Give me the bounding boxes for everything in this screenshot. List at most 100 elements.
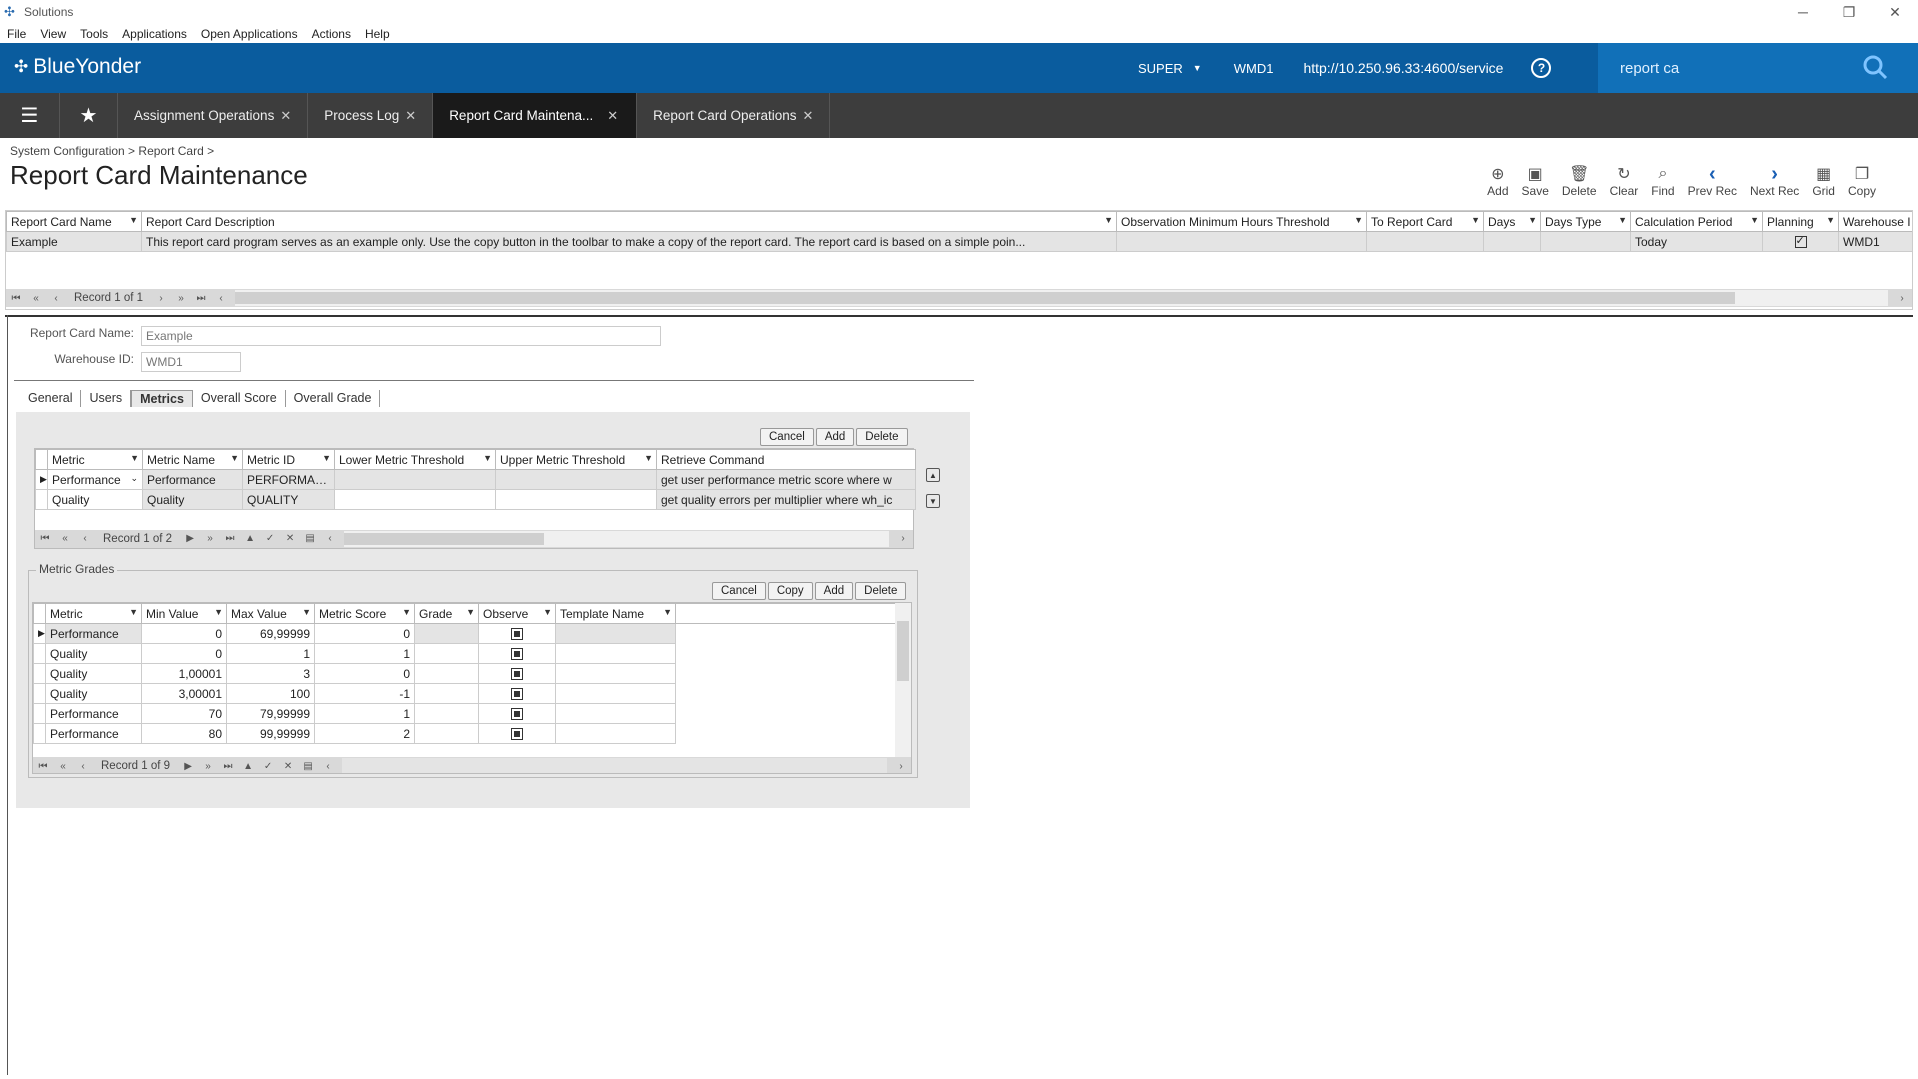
minimize-button[interactable]: ─ bbox=[1780, 0, 1826, 24]
cell-template[interactable] bbox=[555, 723, 676, 744]
dropdown-arrow-icon[interactable]: ▼ bbox=[302, 607, 311, 617]
cell-max[interactable]: 69,99999 bbox=[226, 623, 315, 644]
user-name[interactable]: SUPER bbox=[1138, 61, 1183, 76]
cell-metric[interactable]: Quality bbox=[45, 643, 142, 664]
move-up-icon[interactable]: ▲ bbox=[240, 533, 260, 544]
column-header[interactable]: Observe ▼ bbox=[478, 603, 556, 624]
prev-rec-button[interactable]: ‹ Prev Rec bbox=[1688, 163, 1737, 199]
horizontal-scrollbar[interactable] bbox=[344, 530, 889, 547]
cell-days[interactable] bbox=[1483, 231, 1541, 252]
hamburger-menu-icon[interactable]: ☰ bbox=[0, 93, 60, 138]
cell-max[interactable]: 1 bbox=[226, 643, 315, 664]
warehouse-id-field[interactable]: WMD1 bbox=[141, 352, 241, 372]
cell-grade[interactable] bbox=[414, 703, 479, 724]
cell-template[interactable] bbox=[555, 683, 676, 704]
prev-page-icon[interactable]: « bbox=[55, 533, 75, 544]
cell-score[interactable]: -1 bbox=[314, 683, 415, 704]
cell-metric[interactable]: Performance ⌄ bbox=[47, 469, 143, 490]
column-header[interactable]: Days ▼ bbox=[1483, 211, 1541, 232]
tab-report-card-maintenance[interactable]: Report Card Maintena... ✕ bbox=[433, 93, 638, 138]
cell-grade[interactable] bbox=[414, 723, 479, 744]
next-record-icon[interactable]: ▶ bbox=[178, 761, 198, 772]
cell-grade[interactable] bbox=[414, 683, 479, 704]
dropdown-arrow-icon[interactable]: ▼ bbox=[1528, 215, 1537, 225]
cell-metric[interactable]: Performance bbox=[45, 623, 142, 644]
cell-score[interactable]: 0 bbox=[314, 623, 415, 644]
column-header[interactable]: Max Value ▼ bbox=[226, 603, 315, 624]
save-button[interactable]: ▣ Save bbox=[1522, 164, 1549, 198]
next-page-icon[interactable]: » bbox=[171, 293, 191, 304]
table-row[interactable]: ▶ Performance 0 69,99999 0 bbox=[33, 623, 896, 644]
menu-applications[interactable]: Applications bbox=[115, 27, 194, 41]
next-page-icon[interactable]: » bbox=[198, 761, 218, 772]
cell-score[interactable]: 0 bbox=[314, 663, 415, 684]
dropdown-arrow-icon[interactable]: ▼ bbox=[402, 607, 411, 617]
close-tab-icon[interactable]: ✕ bbox=[280, 108, 291, 124]
close-tab-icon[interactable]: ✕ bbox=[803, 108, 814, 124]
cell-grade[interactable] bbox=[414, 623, 479, 644]
move-row-up-icon[interactable]: ▲ bbox=[926, 468, 940, 482]
cell-obs-threshold[interactable] bbox=[1116, 231, 1367, 252]
cell-metric[interactable]: Performance bbox=[45, 723, 142, 744]
cell-template[interactable] bbox=[555, 643, 676, 664]
cell-metric-id[interactable]: PERFORMANCE bbox=[242, 469, 335, 490]
dropdown-arrow-icon[interactable]: ▼ bbox=[483, 453, 492, 463]
tab-overall-score[interactable]: Overall Score bbox=[193, 390, 286, 407]
menu-actions[interactable]: Actions bbox=[305, 27, 358, 41]
table-row[interactable]: Performance 70 79,99999 1 bbox=[33, 703, 896, 724]
confirm-icon[interactable]: ✓ bbox=[258, 761, 278, 772]
column-header[interactable]: Metric Name ▼ bbox=[142, 449, 243, 470]
observe-checkbox[interactable] bbox=[478, 723, 556, 744]
grades-copy-button[interactable]: Copy bbox=[767, 582, 813, 600]
dropdown-arrow-icon[interactable]: ▼ bbox=[1750, 215, 1759, 225]
column-header[interactable]: Days Type ▼ bbox=[1540, 211, 1631, 232]
dropdown-arrow-icon[interactable]: ▼ bbox=[644, 453, 653, 463]
observe-checkbox[interactable] bbox=[478, 703, 556, 724]
metrics-cancel-button[interactable]: Cancel bbox=[760, 428, 814, 446]
dropdown-arrow-icon[interactable]: ▼ bbox=[543, 607, 552, 617]
tab-process-log[interactable]: Process Log ✕ bbox=[308, 93, 434, 138]
column-header[interactable]: Report Card Name ▼ bbox=[6, 211, 142, 232]
cell-metric[interactable]: Quality bbox=[45, 683, 142, 704]
prev-page-icon[interactable]: « bbox=[26, 293, 46, 304]
copy-button[interactable]: ❐ Copy bbox=[1848, 164, 1876, 198]
cell-calc-period[interactable]: Today bbox=[1630, 231, 1763, 252]
column-header[interactable]: Retrieve Command bbox=[656, 449, 916, 470]
dropdown-arrow-icon[interactable]: ▼ bbox=[1354, 215, 1363, 225]
cell-description[interactable]: This report card program serves as an ex… bbox=[141, 231, 1117, 252]
cell-score[interactable]: 1 bbox=[314, 703, 415, 724]
move-up-icon[interactable]: ▲ bbox=[238, 761, 258, 772]
column-header[interactable]: Lower Metric Threshold ▼ bbox=[334, 449, 496, 470]
dropdown-arrow-icon[interactable]: ▼ bbox=[214, 607, 223, 617]
cell-name[interactable]: Example bbox=[6, 231, 142, 252]
user-dropdown-icon[interactable]: ▼ bbox=[1193, 63, 1202, 73]
column-header[interactable]: Metric ID ▼ bbox=[242, 449, 335, 470]
table-row[interactable]: Quality 3,00001 100 -1 bbox=[33, 683, 896, 704]
scroll-left-icon[interactable]: ‹ bbox=[318, 761, 338, 772]
cell-min[interactable]: 70 bbox=[141, 703, 227, 724]
metrics-delete-button[interactable]: Delete bbox=[856, 428, 908, 446]
prev-record-icon[interactable]: ‹ bbox=[75, 533, 95, 544]
grid-button[interactable]: ▦ Grid bbox=[1812, 164, 1835, 198]
cell-lower-threshold[interactable] bbox=[334, 469, 496, 490]
dropdown-arrow-icon[interactable]: ▼ bbox=[663, 607, 672, 617]
cell-min[interactable]: 3,00001 bbox=[141, 683, 227, 704]
column-header[interactable]: Upper Metric Threshold ▼ bbox=[495, 449, 657, 470]
breadcrumb[interactable]: System Configuration > Report Card > bbox=[10, 144, 214, 158]
cell-lower-threshold[interactable] bbox=[334, 489, 496, 510]
cell-retrieve-command[interactable]: get quality errors per multiplier where … bbox=[656, 489, 916, 510]
table-row[interactable]: Quality 1,00001 3 0 bbox=[33, 663, 896, 684]
table-row[interactable]: Example This report card program serves … bbox=[6, 231, 1912, 252]
cell-max[interactable]: 79,99999 bbox=[226, 703, 315, 724]
warehouse-id[interactable]: WMD1 bbox=[1234, 61, 1274, 76]
cell-days-type[interactable] bbox=[1540, 231, 1631, 252]
observe-checkbox[interactable] bbox=[478, 623, 556, 644]
cell-min[interactable]: 0 bbox=[141, 643, 227, 664]
column-header[interactable]: Min Value ▼ bbox=[141, 603, 227, 624]
cell-min[interactable]: 1,00001 bbox=[141, 663, 227, 684]
dropdown-arrow-icon[interactable]: ▼ bbox=[129, 607, 138, 617]
dropdown-arrow-icon[interactable]: ▼ bbox=[1471, 215, 1480, 225]
clear-button[interactable]: ↻ Clear bbox=[1610, 164, 1639, 198]
first-record-icon[interactable]: ⏮ bbox=[33, 761, 53, 772]
chevron-down-icon[interactable]: ⌄ bbox=[130, 473, 138, 484]
